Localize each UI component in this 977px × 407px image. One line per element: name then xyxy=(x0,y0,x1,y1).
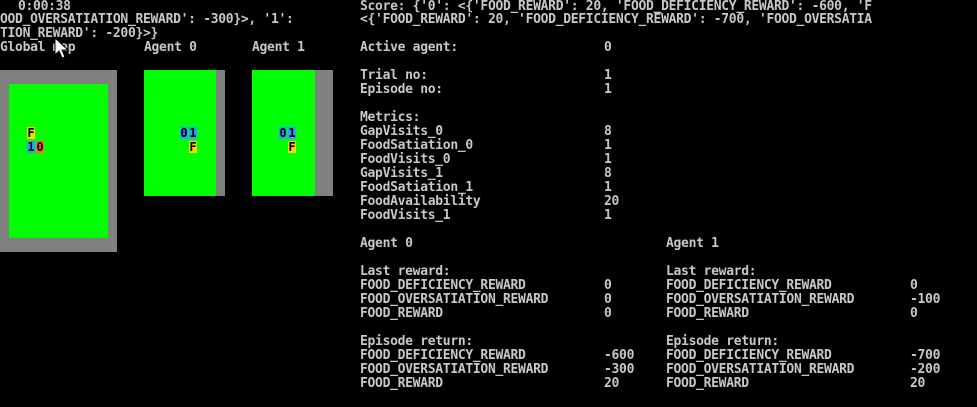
reward-name: FOOD_DEFICIENCY_REWARD xyxy=(360,278,526,293)
return-value: -700 xyxy=(910,348,941,363)
trial-label: Trial no: xyxy=(360,68,428,83)
reward-name: FOOD_DEFICIENCY_REWARD xyxy=(666,278,832,293)
metric-value: 1 xyxy=(604,138,612,153)
return-value: 20 xyxy=(910,376,926,391)
return-name: FOOD_REWARD xyxy=(360,376,443,391)
agent0-episode-return-title: Episode return: xyxy=(360,334,473,349)
agent0-map: 0 1 F xyxy=(144,70,225,196)
agent1-last-reward-title: Last reward: xyxy=(666,264,757,279)
metric-value: 20 xyxy=(604,194,620,209)
metric-name: FoodAvailability xyxy=(360,194,481,209)
metric-name: FoodSatiation_0 xyxy=(360,138,473,153)
score-line-2: <{'FOOD_REWARD': 20, 'FOOD_DEFICIENCY_RE… xyxy=(360,12,872,27)
agent0-title: Agent 0 xyxy=(360,236,413,251)
active-agent-value: 0 xyxy=(604,40,612,55)
reward-value: 0 xyxy=(604,278,612,293)
agent-cell: 0 xyxy=(36,140,44,154)
agent-cell: 1 xyxy=(189,126,197,140)
metric-value: 1 xyxy=(604,152,612,167)
return-name: FOOD_OVERSATIATION_REWARD xyxy=(360,362,549,377)
return-name: FOOD_REWARD xyxy=(666,376,749,391)
global-map: F 1 0 xyxy=(0,70,117,252)
metric-name: GapVisits_1 xyxy=(360,166,443,181)
agent1-map: 0 1 F xyxy=(252,70,333,196)
reward-name: FOOD_REWARD xyxy=(360,306,443,321)
reward-value: 0 xyxy=(604,292,612,307)
agent1-episode-return-title: Episode return: xyxy=(666,334,779,349)
episode-label: Episode no: xyxy=(360,82,443,97)
agent0-map-title: Agent 0 xyxy=(144,40,197,55)
active-agent-label: Active agent: xyxy=(360,40,458,55)
food-cell: F xyxy=(288,140,296,154)
agent1-title: Agent 1 xyxy=(666,236,719,251)
reward-name: FOOD_REWARD xyxy=(666,306,749,321)
metric-value: 1 xyxy=(604,180,612,195)
agent1-map-title: Agent 1 xyxy=(252,40,305,55)
metric-name: GapVisits_0 xyxy=(360,124,443,139)
metrics-title: Metrics: xyxy=(360,110,421,125)
return-name: FOOD_DEFICIENCY_REWARD xyxy=(360,348,526,363)
food-cell: F xyxy=(189,140,197,154)
agent-cell: 1 xyxy=(288,126,296,140)
agent-cell: 0 xyxy=(279,126,287,140)
trial-value: 1 xyxy=(604,68,612,83)
return-value: 20 xyxy=(604,376,620,391)
return-value: -300 xyxy=(604,362,635,377)
global-map-grass xyxy=(9,84,108,238)
reward-name: FOOD_OVERSATIATION_REWARD xyxy=(666,292,855,307)
metric-value: 1 xyxy=(604,208,612,223)
metric-name: FoodVisits_0 xyxy=(360,152,451,167)
score-overflow-line-2: TION_REWARD': -200}>} xyxy=(0,26,159,41)
reward-value: 0 xyxy=(604,306,612,321)
episode-value: 1 xyxy=(604,82,612,97)
return-name: FOOD_OVERSATIATION_REWARD xyxy=(666,362,855,377)
metric-value: 8 xyxy=(604,166,612,181)
metric-name: FoodVisits_1 xyxy=(360,208,451,223)
reward-value: 0 xyxy=(910,306,918,321)
agent-cell: 0 xyxy=(180,126,188,140)
metric-name: FoodSatiation_1 xyxy=(360,180,473,195)
metric-value: 8 xyxy=(604,124,612,139)
reward-name: FOOD_OVERSATIATION_REWARD xyxy=(360,292,549,307)
score-overflow-line-1: OOD_OVERSATIATION_REWARD': -300}>, '1': xyxy=(0,12,294,27)
reward-value: -100 xyxy=(910,292,941,307)
agent-cell: 1 xyxy=(27,140,35,154)
food-cell: F xyxy=(27,126,35,140)
return-name: FOOD_DEFICIENCY_REWARD xyxy=(666,348,832,363)
agent0-last-reward-title: Last reward: xyxy=(360,264,451,279)
return-value: -200 xyxy=(910,362,941,377)
reward-value: 0 xyxy=(910,278,918,293)
mouse-cursor-icon xyxy=(54,37,70,59)
return-value: -600 xyxy=(604,348,635,363)
